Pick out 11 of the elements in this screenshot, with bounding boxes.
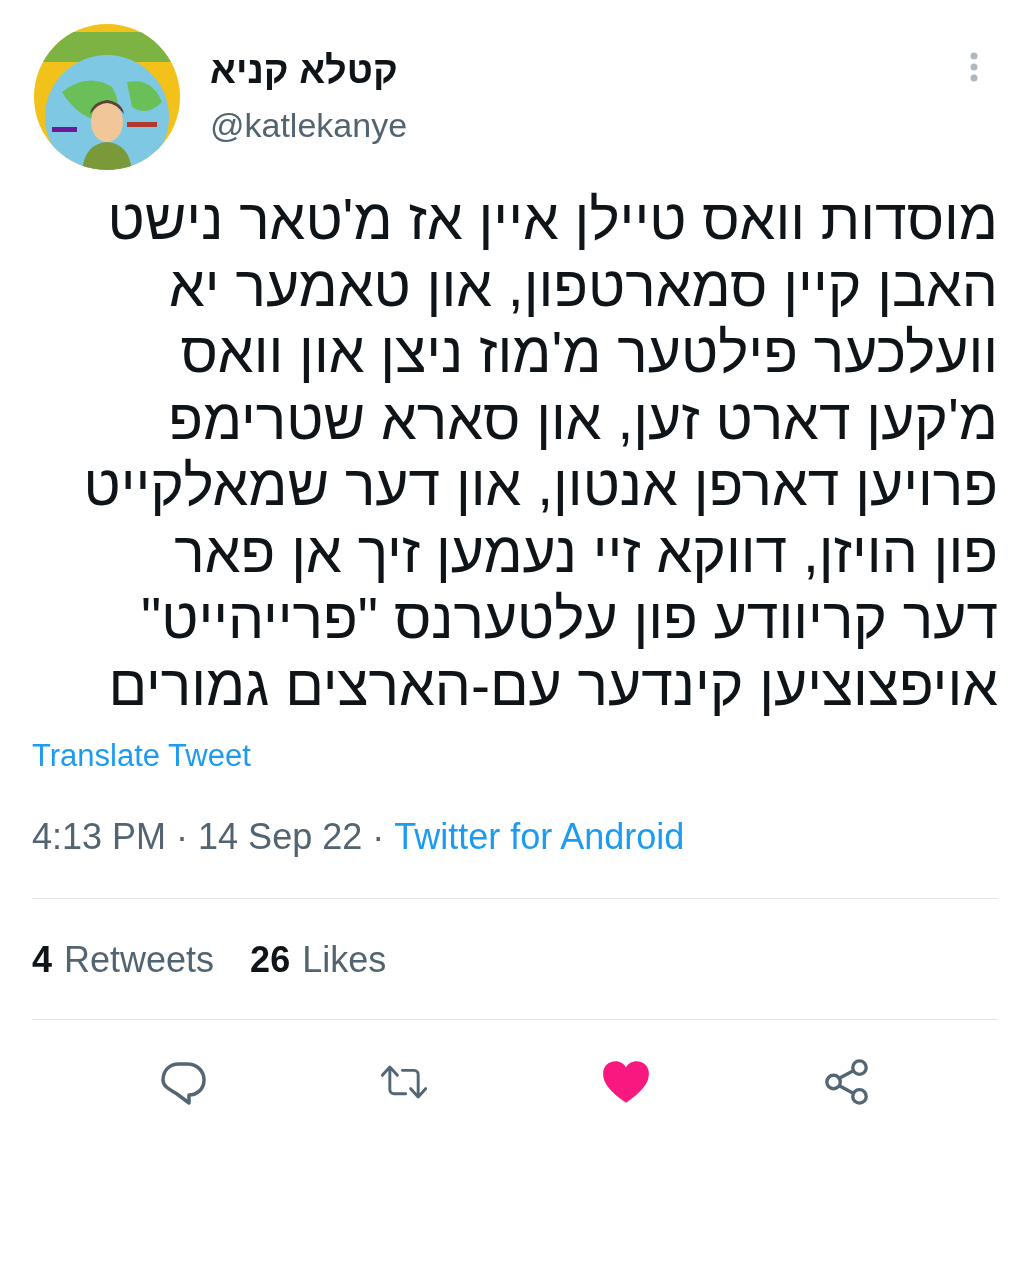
stat-count[interactable]: 26 [250,939,291,981]
author-handle[interactable]: @katlekanye [210,106,408,145]
stat-label[interactable]: Likes [302,939,387,981]
stat-count[interactable]: 4 [32,939,53,981]
stat-label[interactable]: Retweets [64,939,215,981]
tweet-time: 4:13 PM [32,816,167,858]
author-name[interactable]: קטלא קניא [210,49,398,92]
separator-dot: · [372,816,385,858]
tweet-date: 14 Sep 22 [198,816,363,858]
separator-dot: · [176,816,189,858]
tweet-text: מוסדות וואס טיילן איין אז מ'טאר נישט האבן קיין סמארטפון, און טאמער יא וועלכער פילטער מ'מוז ניצן און וואס מ'קען דארט זען, און סארא שטרימפ פרויען דארפן אנטון, און דער שמאלקייט פון הויזן, דווקא זיי נעמען זיך אן פאר דער קריוודע פון עלטערנס "פרייהייט" אויפצוציען קינדער עם-הארצים גמורים [82,186,998,718]
